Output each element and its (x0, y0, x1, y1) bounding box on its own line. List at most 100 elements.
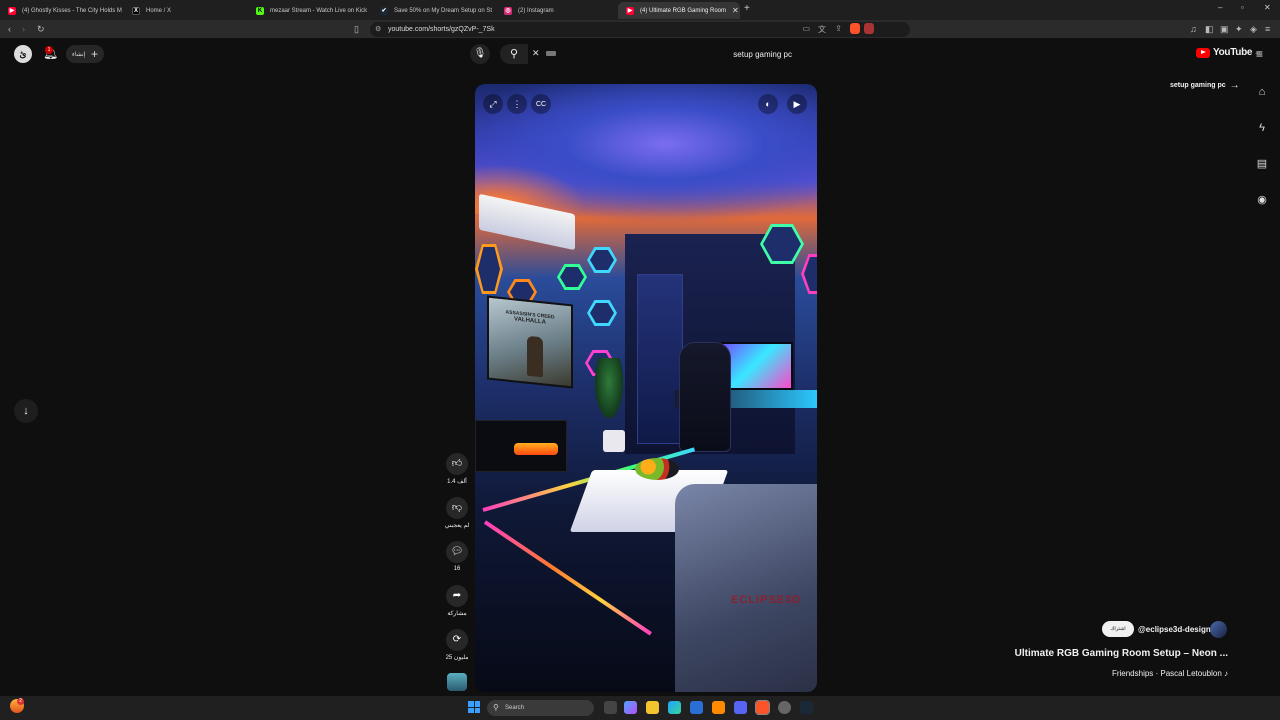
address-bar[interactable]: ⚙ youtube.com/shorts/gzQZvP-_7Sk ▭ 文 ⇪ (370, 22, 910, 37)
home-icon[interactable]: ⌂ (1254, 84, 1270, 100)
browser-tab[interactable]: ✔ Save 50% on My Dream Setup on St (372, 2, 496, 19)
site-info-icon[interactable]: ⚙ (375, 25, 381, 33)
media-icon[interactable]: ♫ (1190, 24, 1197, 34)
taskbar-search[interactable]: ⚲ Search (487, 700, 594, 716)
back-icon[interactable]: ‹ (8, 24, 11, 34)
create-label: إنشاء (72, 51, 86, 58)
search-icon: ⚲ (493, 703, 499, 712)
channel-avatar[interactable] (1210, 621, 1227, 638)
window-close-icon[interactable]: ✕ (1264, 3, 1271, 12)
minimize-icon[interactable]: – (1218, 3, 1222, 12)
dislike-button[interactable]: 👎︎ (446, 497, 468, 519)
create-button[interactable]: إنشاء + (66, 45, 104, 63)
forward-icon[interactable]: › (22, 24, 25, 34)
browser-tab[interactable]: X Home / X (124, 2, 248, 19)
led-strip (483, 520, 652, 636)
remix-action: ⟳ 25 مليون (441, 629, 473, 661)
taskbar (0, 696, 1280, 720)
leo-icon[interactable]: ✦ (1235, 24, 1243, 34)
app-icon[interactable] (778, 701, 791, 714)
more-options-icon[interactable]: ⋮ (507, 94, 527, 114)
remix-button[interactable]: ⟳ (446, 629, 468, 651)
fullscreen-icon[interactable]: ⤢ (483, 94, 503, 114)
browser-tab[interactable]: ▶ (4) Ghostly Kisses - The City Holds M (0, 2, 124, 19)
music-label[interactable]: Friendships · Pascal Letoublon ♪ (1112, 669, 1228, 678)
arrow-down-icon: ↓ (23, 405, 29, 417)
like-action: 👍︎ 1.4 ألف (441, 453, 473, 485)
share-button[interactable]: ➦ (446, 585, 468, 607)
reload-icon[interactable]: ↻ (37, 24, 45, 34)
neon-hexagon (475, 244, 503, 294)
video-title[interactable]: Ultimate RGB Gaming Room Setup – Neon ..… (1015, 648, 1228, 659)
task-view-icon[interactable] (604, 701, 617, 714)
tab-title: mezaar Stream - Watch Live on Kick (270, 7, 368, 14)
youtube-logo[interactable]: YouTube JO (1196, 47, 1260, 58)
browser-tab-active[interactable]: ▶ (4) Ultimate RGB Gaming Room ✕ (618, 2, 740, 19)
plant (595, 358, 623, 418)
browser-tab[interactable]: Kmezaar Stream - Watch Live on Kick (248, 2, 372, 19)
dislike-label: لم يعجبني (444, 523, 470, 529)
browser-tab[interactable]: ◎ (2) Instagram (496, 2, 620, 19)
youtube-favicon-icon: ▶ (8, 6, 16, 15)
search-chip[interactable]: setup gaming pc → (1170, 80, 1240, 91)
copilot-icon[interactable] (624, 701, 637, 714)
tab-title: (4) Ultimate RGB Gaming Room (640, 7, 727, 14)
brave-rewards-icon[interactable] (864, 23, 874, 34)
search-icon: ⚲ (509, 48, 519, 60)
youtube-play-icon (1196, 47, 1210, 58)
browser-toolbar: ‹ › ↻ ▯ ⚙ youtube.com/shorts/gzQZvP-_7Sk… (0, 20, 1280, 39)
brave-icon[interactable] (755, 700, 770, 715)
tab-title: (2) Instagram (518, 7, 554, 14)
search-input[interactable]: ✕ setup gaming pc (528, 44, 798, 64)
volume-icon[interactable]: ◐ (758, 94, 778, 114)
share-page-icon[interactable]: ⇪ (835, 24, 842, 33)
subscribe-button[interactable]: اشتراك (1102, 621, 1134, 637)
notification-badge: 1 (45, 46, 53, 54)
subscriptions-icon[interactable]: ▤ (1254, 156, 1270, 172)
plus-icon: + (90, 47, 98, 61)
brave-shields-icon[interactable] (850, 23, 860, 34)
like-button[interactable]: 👍︎ (446, 453, 468, 475)
bookmark-icon[interactable]: ▯ (354, 24, 359, 34)
edge-icon[interactable] (668, 701, 681, 714)
close-tab-icon[interactable]: ✕ (732, 6, 739, 15)
new-tab-button[interactable]: + (744, 3, 750, 14)
shorts-icon[interactable]: ϟ (1254, 120, 1270, 136)
account-icon[interactable]: ◉ (1254, 192, 1270, 208)
voice-search-icon[interactable]: 🎙︎ (470, 44, 490, 64)
next-short-button[interactable]: ↓ (14, 399, 38, 423)
extensions-icon[interactable]: ▣ (1220, 24, 1229, 34)
discord-icon[interactable] (734, 701, 747, 714)
file-explorer-icon[interactable] (646, 701, 659, 714)
steam-icon[interactable] (800, 701, 813, 714)
comments-count: 16 (453, 566, 461, 572)
clear-search-icon[interactable]: ✕ (532, 48, 540, 59)
arrow-right-icon: → (1229, 80, 1240, 91)
store-icon[interactable] (690, 701, 703, 714)
captions-icon[interactable]: CC (531, 94, 551, 114)
short-video-player[interactable]: ASSASSIN'S CREED VALHALLA ECLIPSE3D ⤢ ⋮ … (475, 84, 817, 692)
door (637, 274, 683, 444)
sound-thumbnail[interactable] (447, 673, 467, 691)
avatar[interactable]: ئ (14, 45, 32, 63)
search-button[interactable]: ⚲ (500, 44, 528, 64)
vpn-icon[interactable]: ◈ (1250, 24, 1257, 34)
cast-icon[interactable]: ▭ (802, 24, 810, 33)
watermark: ECLIPSE3D (731, 594, 802, 606)
sidebar-icon[interactable]: ◧ (1205, 24, 1214, 34)
maximize-icon[interactable]: ▫ (1241, 3, 1244, 12)
guide-menu-icon[interactable]: ≡ (1256, 47, 1263, 61)
menu-icon[interactable]: ≡ (1265, 24, 1270, 34)
keyboard-icon[interactable] (546, 51, 556, 56)
translate-icon[interactable]: 文 (818, 24, 826, 35)
channel-handle[interactable]: @eclipse3d-design (1138, 625, 1211, 634)
windows-start-icon[interactable] (468, 701, 480, 713)
play-button[interactable]: ▶ (787, 94, 807, 114)
comments-button[interactable]: 💬︎ (446, 541, 468, 563)
app-icon[interactable] (712, 701, 725, 714)
share-label: مشاركة (447, 611, 467, 617)
taskbar-search-placeholder: Search (505, 705, 525, 711)
tab-title: Save 50% on My Dream Setup on St (394, 7, 493, 14)
remix-icon: ⟳ (452, 634, 462, 645)
thumbs-down-icon: 👎︎ (451, 502, 463, 513)
